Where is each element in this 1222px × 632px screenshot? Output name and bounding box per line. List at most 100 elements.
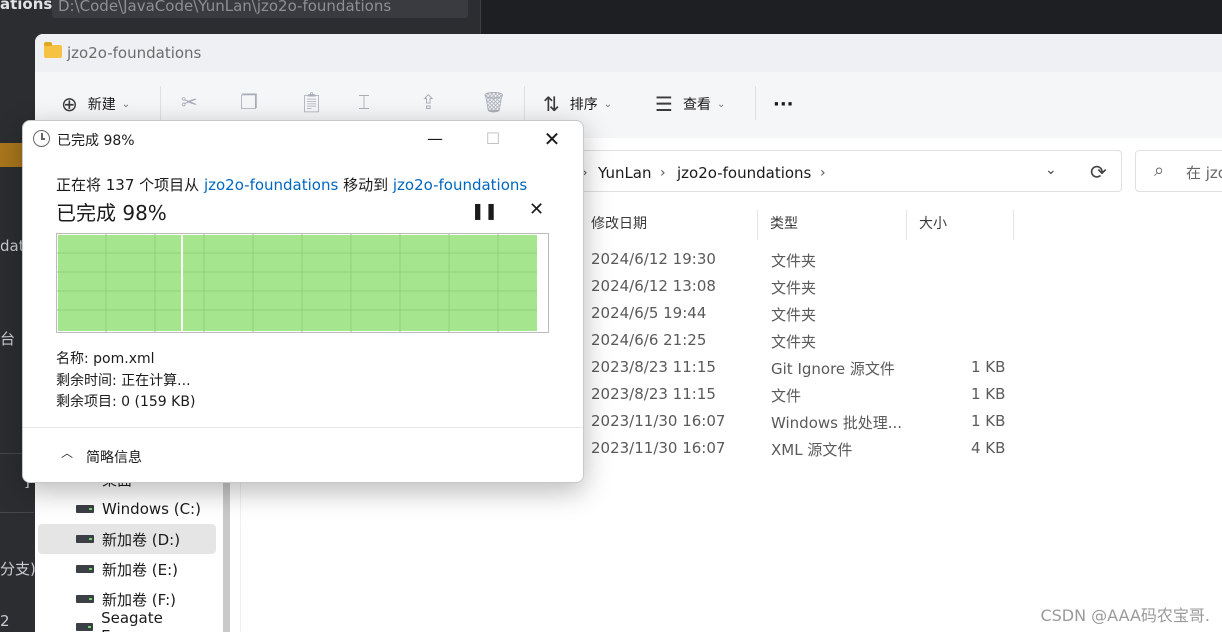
items-remaining: 剩余项目: 0 (159 KB) xyxy=(56,394,196,410)
rename-icon[interactable]: ⌶ xyxy=(358,90,370,114)
file-modified: 2024/6/12 19:30 xyxy=(591,250,716,268)
file-type: 文件夹 xyxy=(771,252,817,270)
message-middle: 移动到 xyxy=(338,176,393,194)
nav-item-drive-c[interactable]: Windows (C:) xyxy=(38,494,216,524)
explorer-title: jzo2o-foundations xyxy=(67,44,202,62)
folder-icon xyxy=(44,42,62,58)
nav-scrollbar[interactable] xyxy=(223,472,230,632)
view-button[interactable]: ☰ 查看 ⌄ xyxy=(655,86,725,122)
transfer-message: 正在将 137 个项目从 jzo2o-foundations 移动到 jzo2o… xyxy=(56,174,527,195)
drive-icon xyxy=(76,565,94,573)
breadcrumb-item[interactable]: jzo2o-foundations xyxy=(677,164,811,182)
toolbar-separator xyxy=(524,86,525,120)
progress-heading: 已完成 98% xyxy=(56,201,167,225)
progress-graph xyxy=(56,233,549,333)
sort-button-label: 排序 xyxy=(569,97,598,113)
maximize-button: ☐ xyxy=(485,129,501,148)
refresh-icon[interactable]: ⟳ xyxy=(1090,160,1107,184)
copy-icon[interactable]: ❐ xyxy=(240,90,258,114)
ide-text-fragment: 分支) xyxy=(0,560,36,578)
message-prefix: 正在将 137 个项目从 xyxy=(56,176,204,194)
dialog-title-bar: 已完成 98% — ☐ ✕ xyxy=(23,121,583,157)
file-modified: 2023/8/23 11:15 xyxy=(591,358,716,376)
delete-icon[interactable]: 🗑︎ xyxy=(481,90,506,114)
search-icon: ⌕ xyxy=(1154,160,1165,181)
search-box[interactable]: ⌕ 在 jzo xyxy=(1135,150,1222,192)
address-history-dropdown-icon[interactable]: ⌄ xyxy=(1045,162,1057,178)
chevron-right-icon: › xyxy=(660,165,666,181)
ide-text-fragment: dat xyxy=(0,237,25,255)
drive-icon xyxy=(76,535,94,543)
file-modified: 2023/8/23 11:15 xyxy=(591,385,716,403)
paste-icon[interactable]: 📋︎ xyxy=(299,90,324,114)
chevron-up-icon[interactable]: ︿ xyxy=(61,444,73,461)
nav-item-drive-e[interactable]: 新加卷 (E:) xyxy=(38,554,216,584)
file-type: Windows 批处理... xyxy=(771,414,903,432)
toolbar-separator xyxy=(160,86,161,120)
nav-item-label: 新加卷 (F:) xyxy=(102,590,176,609)
file-type: 文件夹 xyxy=(771,333,817,351)
plus-circle-icon: ⊕ xyxy=(61,92,78,116)
drive-icon xyxy=(76,623,94,631)
breadcrumb-item[interactable]: YunLan xyxy=(598,164,652,182)
close-button[interactable]: ✕ xyxy=(529,125,575,153)
file-modified: 2023/11/30 16:07 xyxy=(591,412,726,430)
move-progress-dialog: 已完成 98% — ☐ ✕ 正在将 137 个项目从 jzo2o-foundat… xyxy=(22,120,584,483)
ide-text-fragment: 台 xyxy=(0,330,16,348)
ide-highlight-marker xyxy=(0,143,22,167)
progress-grid xyxy=(57,234,537,332)
watermark: CSDN @AAA码农宝哥. xyxy=(1040,606,1210,625)
share-icon[interactable]: ⇪ xyxy=(420,90,437,114)
file-modified: 2024/6/12 13:08 xyxy=(591,277,716,295)
column-header-modified[interactable]: 修改日期 xyxy=(585,210,758,240)
file-type: 文件夹 xyxy=(771,279,817,297)
column-header-size[interactable]: 大小 xyxy=(913,210,1014,240)
file-type: XML 源文件 xyxy=(771,441,853,459)
nav-item-label: 新加卷 (D:) xyxy=(102,530,181,549)
cancel-icon[interactable]: ✕ xyxy=(529,199,544,220)
view-button-label: 查看 xyxy=(682,97,711,113)
file-type: 文件 xyxy=(771,387,802,405)
view-list-icon: ☰ xyxy=(655,92,673,116)
nav-item-seagate[interactable]: Seagate Expans xyxy=(38,609,216,632)
ide-project-path[interactable]: D:\Code\JavaCode\YunLan\jzo2o-foundation… xyxy=(52,0,468,18)
file-modified: 2023/11/30 16:07 xyxy=(591,439,726,457)
explorer-title-bar: jzo2o-foundations xyxy=(35,34,1222,72)
time-remaining: 剩余时间: 正在计算... xyxy=(56,373,191,389)
sort-button[interactable]: ⇅ 排序 ⌄ xyxy=(543,86,612,122)
nav-item-drive-d[interactable]: 新加卷 (D:) xyxy=(38,524,216,554)
search-placeholder: 在 jzo xyxy=(1186,164,1222,182)
ide-divider xyxy=(0,512,34,513)
file-type: 文件夹 xyxy=(771,306,817,324)
ide-project-name: ations xyxy=(0,0,53,13)
chevron-down-icon: ⌄ xyxy=(121,98,131,110)
column-header-type[interactable]: 类型 xyxy=(764,210,907,240)
source-folder-link[interactable]: jzo2o-foundations xyxy=(204,176,338,194)
nav-item-label: Seagate Expans xyxy=(101,609,163,632)
chevron-right-icon: › xyxy=(820,165,826,181)
ide-text-fragment: 2 xyxy=(0,612,10,630)
file-size: 1 KB xyxy=(971,412,1006,430)
current-file-name: 名称: pom.xml xyxy=(56,351,155,367)
ide-top-right-area xyxy=(480,0,1222,34)
new-button-label: 新建 xyxy=(87,97,116,113)
progress-marker xyxy=(181,234,183,332)
fewer-details-button[interactable]: 简略信息 xyxy=(86,447,142,467)
destination-folder-link[interactable]: jzo2o-foundations xyxy=(393,176,527,194)
dialog-title: 已完成 98% xyxy=(57,133,135,149)
cut-icon[interactable]: ✂ xyxy=(181,90,198,114)
file-size: 1 KB xyxy=(971,358,1006,376)
file-size: 4 KB xyxy=(971,439,1006,457)
more-options-button[interactable]: ··· xyxy=(773,86,794,122)
minimize-button[interactable]: — xyxy=(412,125,458,153)
chevron-down-icon: ⌄ xyxy=(716,98,726,110)
new-button[interactable]: ⊕ 新建 ⌄ xyxy=(61,86,130,122)
toolbar-separator xyxy=(755,86,756,120)
drive-icon xyxy=(76,595,94,603)
clock-icon xyxy=(33,130,50,147)
nav-item-label: 新加卷 (E:) xyxy=(102,560,179,579)
dialog-footer: ︿ 简略信息 xyxy=(23,427,583,482)
ide-title-bar: ations D:\Code\JavaCode\YunLan\jzo2o-fou… xyxy=(0,0,480,20)
pause-icon[interactable]: ❚❚ xyxy=(471,201,498,220)
nav-item-label: Windows (C:) xyxy=(102,500,201,518)
